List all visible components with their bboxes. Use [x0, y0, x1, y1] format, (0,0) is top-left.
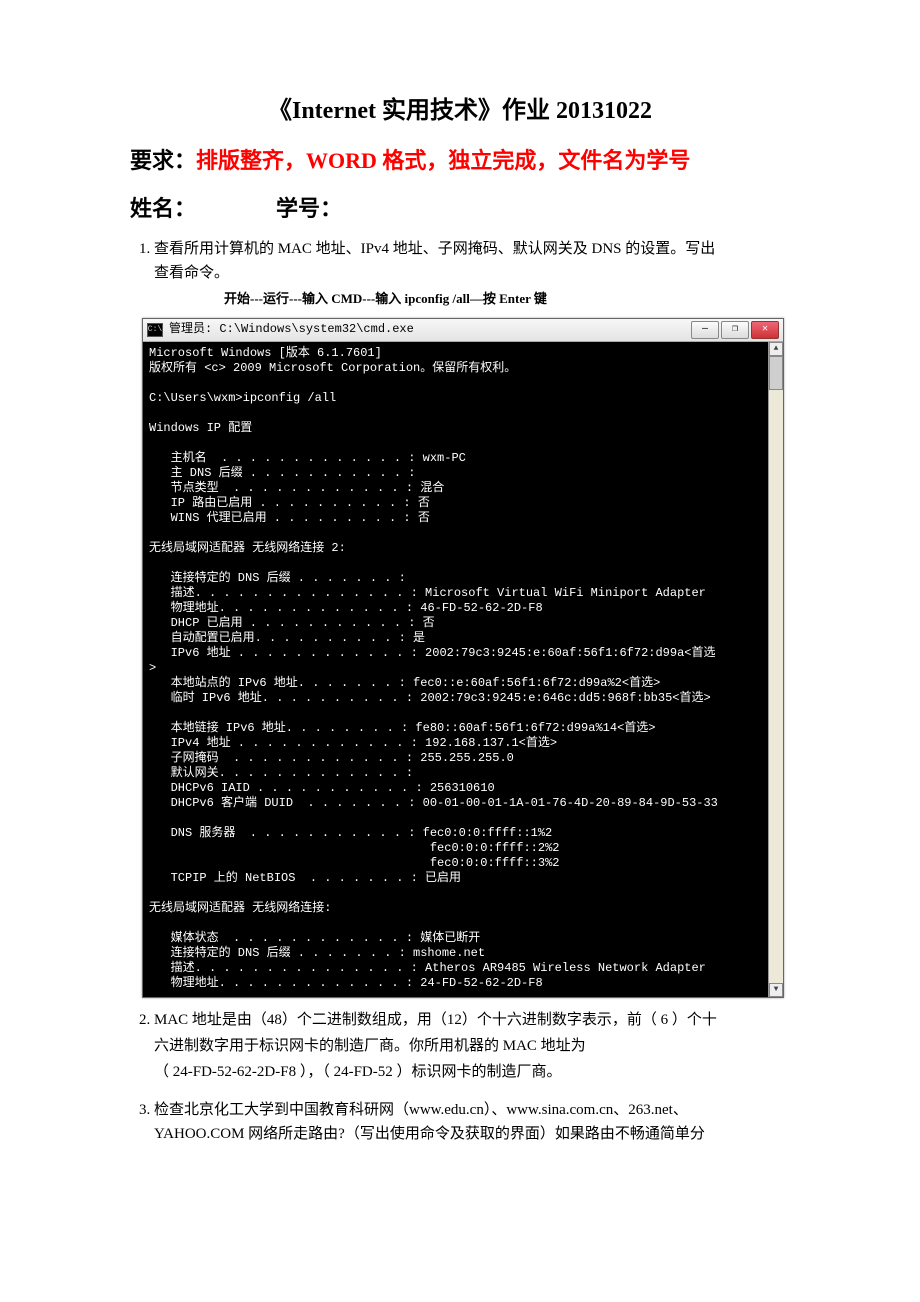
scroll-up-button[interactable]: ▲: [769, 342, 783, 356]
scrollbar-track[interactable]: [768, 342, 783, 997]
id-label: 学号：: [276, 196, 342, 221]
q1-hint: 开始---运行---输入 CMD---输入 ipconfig /all—按 En…: [224, 289, 790, 310]
q3-line2: YAHOO.COM 网络所走路由?（写出使用命令及获取的界面）如果路由不畅通简单…: [154, 1126, 705, 1142]
cmd-title: 管理员: C:\Windows\system32\cmd.exe: [169, 320, 691, 339]
q3-line1: 检查北京化工大学到中国教育科研网（www.edu.cn）、www.sina.co…: [154, 1102, 688, 1118]
document-page: 《Internet 实用技术》作业 20131022 要求：排版整齐，WORD …: [0, 0, 920, 1302]
question-list: 查看所用计算机的 MAC 地址、IPv4 地址、子网掩码、默认网关及 DNS 的…: [130, 237, 790, 1146]
maximize-button[interactable]: ❐: [721, 321, 749, 339]
name-label: 姓名：: [130, 196, 196, 221]
q2-line2: 六进制数字用于标识网卡的制造厂商。你所用机器的 MAC 地址为: [154, 1034, 790, 1058]
cmd-titlebar: C:\ 管理员: C:\Windows\system32\cmd.exe — ❐…: [143, 319, 783, 342]
requirement-line: 要求：排版整齐，WORD 格式，独立完成，文件名为学号: [130, 143, 790, 175]
close-button[interactable]: ✕: [751, 321, 779, 339]
question-2: MAC 地址是由（48）个二进制数组成，用（12）个十六进制数字表示，前（ 6 …: [154, 1008, 790, 1084]
minimize-button[interactable]: —: [691, 321, 719, 339]
question-1: 查看所用计算机的 MAC 地址、IPv4 地址、子网掩码、默认网关及 DNS 的…: [154, 237, 790, 998]
page-title: 《Internet 实用技术》作业 20131022: [130, 90, 790, 125]
cmd-output: Microsoft Windows [版本 6.1.7601] 版权所有 <c>…: [149, 346, 718, 990]
question-3: 检查北京化工大学到中国教育科研网（www.edu.cn）、www.sina.co…: [154, 1098, 790, 1146]
name-id-line: 姓名： 学号：: [130, 191, 790, 223]
scroll-down-button[interactable]: ▼: [769, 983, 783, 997]
window-buttons: — ❐ ✕: [691, 321, 779, 339]
q1-text-2: 查看命令。: [154, 265, 229, 281]
cmd-body: Microsoft Windows [版本 6.1.7601] 版权所有 <c>…: [143, 342, 783, 997]
scrollbar-thumb[interactable]: [769, 356, 783, 390]
q1-text-1: 查看所用计算机的 MAC 地址、IPv4 地址、子网掩码、默认网关及 DNS 的…: [154, 241, 715, 257]
q2-line1: MAC 地址是由（48）个二进制数组成，用（12）个十六进制数字表示，前（ 6 …: [154, 1008, 790, 1032]
cmd-icon: C:\: [147, 323, 163, 337]
q2-line3: （ 24-FD-52-62-2D-F8 ），（ 24-FD-52 ）标识网卡的制…: [154, 1060, 790, 1084]
requirement-red: 排版整齐，WORD 格式，独立完成，文件名为学号: [196, 148, 690, 173]
cmd-window: C:\ 管理员: C:\Windows\system32\cmd.exe — ❐…: [142, 318, 784, 998]
requirement-prefix: 要求：: [130, 148, 196, 173]
